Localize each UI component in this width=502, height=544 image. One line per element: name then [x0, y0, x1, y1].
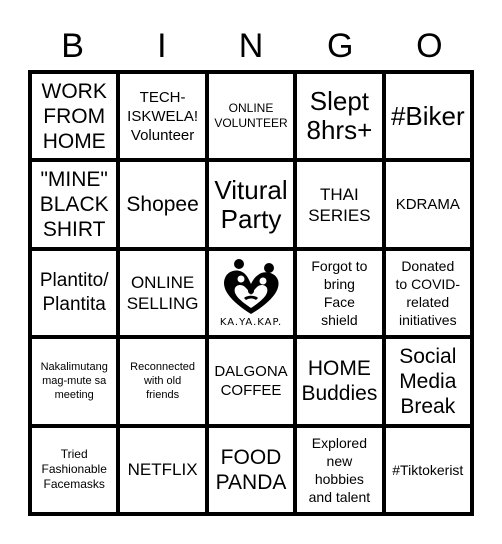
- bingo-cell-label: KDRAMA: [395, 196, 460, 214]
- bingo-cell-label: DALGONA COFFEE: [214, 363, 288, 400]
- bingo-board: WORK FROM HOME TECH- ISKWELA! Volunteer ON…: [28, 70, 474, 516]
- bingo-cell-r2-c3[interactable]: Vitural Party: [208, 162, 294, 247]
- bingo-cell-r2-c2[interactable]: Shopee: [120, 162, 205, 247]
- bingo-cell-r1-c1[interactable]: WORK FROM HOME: [32, 74, 117, 159]
- bingo-cell-r5-c3[interactable]: FOOD PANDA: [208, 427, 294, 512]
- bingo-cell-label: "MINE" BLACK SHIRT: [39, 168, 109, 242]
- bingo-cell-r4-c4[interactable]: HOME Buddies: [297, 339, 382, 424]
- bingo-cell-r3-c1[interactable]: Plantito/ Plantita: [32, 250, 117, 336]
- header-letter-b: B: [61, 27, 84, 65]
- bingo-cell-r5-c5[interactable]: #Tiktokerist: [385, 427, 470, 512]
- bingo-cell-label: Donated to COVID- related initiatives: [395, 257, 461, 328]
- bingo-cell-label: Social Media Break: [399, 344, 457, 418]
- bingo-cell-r5-c4[interactable]: Explored new hobbies and talent: [297, 427, 382, 512]
- bingo-cell-label: Tried Fashionable Facemasks: [41, 447, 107, 492]
- bingo-cell-r5-c2[interactable]: NETFLIX: [120, 427, 205, 512]
- bingo-cell-r4-c2[interactable]: Reconnected with old friends: [120, 339, 205, 424]
- bingo-cell-r5-c1[interactable]: Tried Fashionable Facemasks: [32, 427, 117, 512]
- bingo-cell-r3-c4[interactable]: Forgot to bring Face shield: [297, 250, 382, 336]
- bingo-cell-label: THAI SERIES: [308, 184, 371, 225]
- bingo-cell-label: ONLINE SELLING: [126, 272, 199, 313]
- bingo-cell-r1-c5[interactable]: #Biker: [385, 74, 470, 159]
- bingo-cell-r2-c1[interactable]: "MINE" BLACK SHIRT: [32, 162, 117, 247]
- bingo-cell-r1-c3[interactable]: ONLINE VOLUNTEER: [208, 74, 294, 159]
- bingo-cell-label: WORK FROM HOME: [41, 79, 107, 153]
- family-heart-logo-icon: [223, 258, 279, 314]
- bingo-cell-r4-c5[interactable]: Social Media Break: [385, 339, 470, 424]
- logo-text: KA.YA.KAP.: [219, 316, 283, 328]
- bingo-cell-label: FOOD PANDA: [215, 445, 287, 494]
- bingo-cell-r1-c2[interactable]: TECH- ISKWELA! Volunteer: [120, 74, 205, 159]
- bingo-cell-label: TECH- ISKWELA! Volunteer: [127, 88, 199, 144]
- bingo-cell-r3-c2[interactable]: ONLINE SELLING: [120, 250, 205, 336]
- bingo-cell-r2-c5[interactable]: KDRAMA: [385, 162, 470, 247]
- bingo-cell-label: Forgot to bring Face shield: [311, 257, 368, 328]
- header-letter-n: N: [238, 27, 264, 65]
- bingo-header: B I N G O: [28, 24, 474, 68]
- bingo-cell-label: Reconnected with old friends: [130, 361, 195, 402]
- bingo-cell-label: NETFLIX: [127, 460, 198, 480]
- bingo-cell-r1-c4[interactable]: Slept 8hrs+: [297, 74, 382, 159]
- bingo-cell-label: #Tiktokerist: [392, 461, 464, 478]
- bingo-cell-label: ONLINE VOLUNTEER: [214, 101, 288, 131]
- bingo-cell-label: Slept 8hrs+: [306, 86, 373, 146]
- header-letter-i: I: [157, 27, 167, 65]
- bingo-cell-r3-c5[interactable]: Donated to COVID- related initiatives: [385, 250, 470, 336]
- header-letter-g: G: [326, 27, 354, 65]
- logo: KA.YA.KAP.: [210, 252, 292, 334]
- bingo-cell-r4-c3[interactable]: DALGONA COFFEE: [208, 339, 294, 424]
- bingo-cell-r4-c1[interactable]: Nakalimutang mag-mute sa meeting: [32, 339, 117, 424]
- bingo-cell-label: #Biker: [390, 100, 465, 131]
- header-letter-o: O: [416, 27, 443, 65]
- bingo-cell-free-space[interactable]: KA.YA.KAP.: [208, 250, 294, 336]
- bingo-cell-label: HOME Buddies: [301, 357, 378, 406]
- bingo-cell-r2-c4[interactable]: THAI SERIES: [297, 162, 382, 247]
- bingo-cell-label: Shopee: [126, 193, 199, 217]
- bingo-cell-label: Plantito/ Plantita: [39, 269, 109, 315]
- bingo-cell-label: Nakalimutang mag-mute sa meeting: [40, 361, 108, 402]
- bingo-cell-label: Vitural Party: [214, 174, 288, 234]
- bingo-cell-label: Explored new hobbies and talent: [308, 434, 371, 505]
